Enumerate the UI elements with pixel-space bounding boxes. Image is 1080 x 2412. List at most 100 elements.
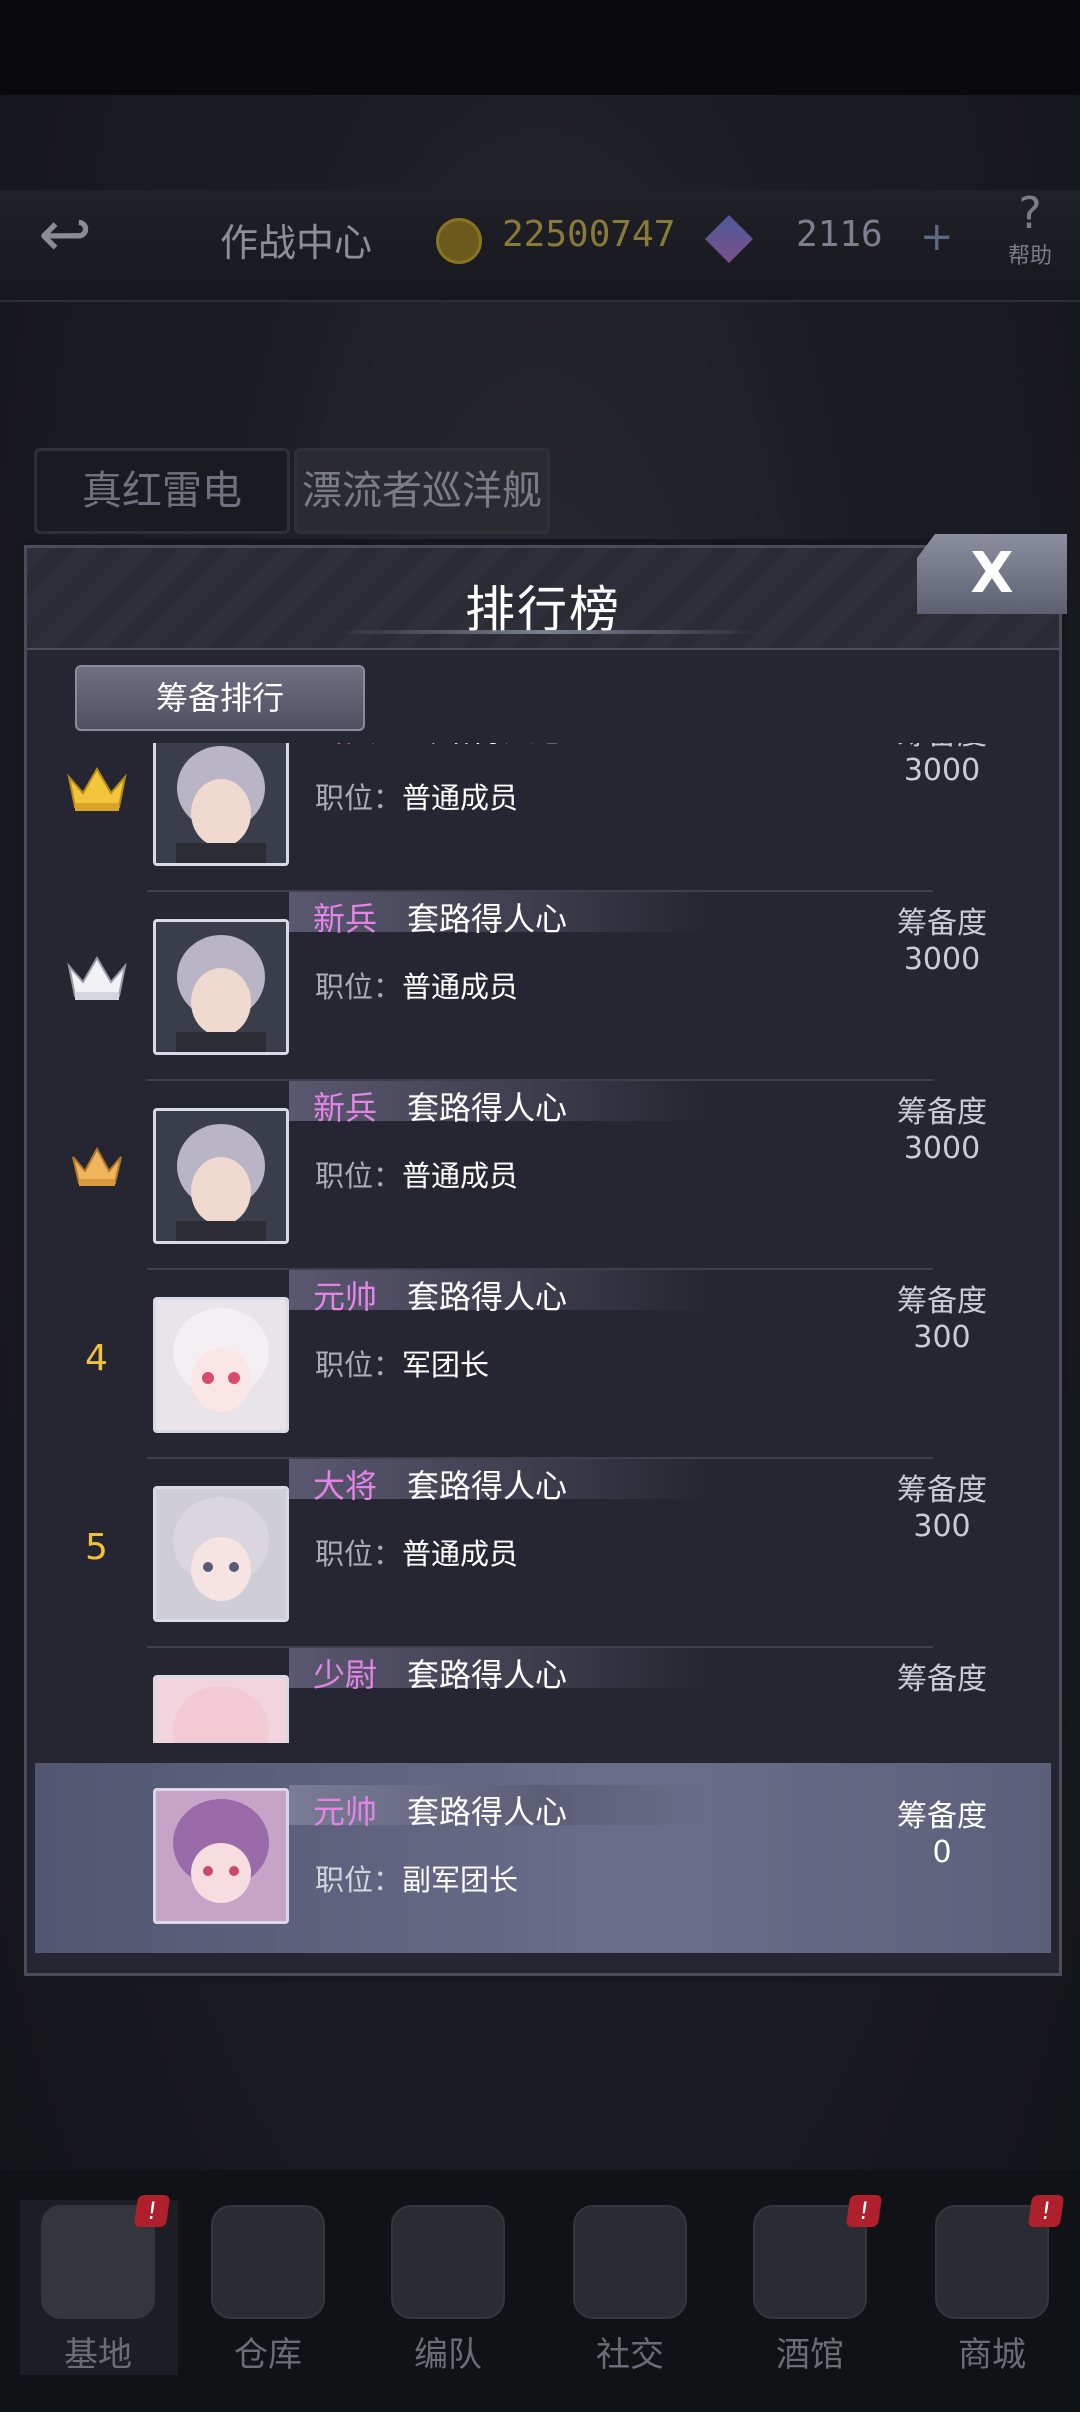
position-value: 普通成员: [402, 970, 519, 1004]
warehouse-icon: [211, 2205, 325, 2319]
question-icon: ?: [1018, 188, 1042, 239]
tab-red-thunder[interactable]: 真红雷电: [34, 448, 290, 534]
nav-formation[interactable]: 编队: [368, 2205, 528, 2376]
rank-title: 大将: [313, 1467, 378, 1505]
score-value: 300: [913, 1509, 971, 1544]
page-title: 作战中心: [220, 221, 373, 265]
player-name: 套路得人心: [407, 1089, 568, 1127]
avatar[interactable]: [153, 1486, 289, 1622]
player-name: 套路得人心: [407, 1278, 568, 1316]
help-button[interactable]: ? 帮助: [980, 190, 1080, 290]
alert-badge-icon: !: [1027, 2195, 1065, 2227]
alert-badge-icon: !: [845, 2195, 883, 2227]
position-text: 职位：副军团长: [315, 1857, 518, 1899]
list-item[interactable]: 新兵 套路得人心 职位：普通成员 筹备度 3000: [27, 1081, 1059, 1270]
position-text: 职位：普通成员: [315, 964, 518, 1006]
my-avatar[interactable]: [153, 1788, 289, 1924]
rank-title: 新兵: [313, 743, 377, 751]
nav-shop[interactable]: 商城 !: [912, 2195, 1072, 2376]
avatar[interactable]: [153, 1297, 289, 1433]
player-name: 套路得人心: [407, 1793, 568, 1831]
back-arrow-icon[interactable]: ↩: [10, 200, 120, 270]
list-item[interactable]: 新兵 套路得人心 职位：普通成员 筹备度 3000: [27, 892, 1059, 1081]
bronze-crown-icon: [72, 1146, 122, 1186]
position-label: 职位：: [315, 1537, 403, 1571]
score-label: 筹备度: [897, 1095, 987, 1130]
tab-preparation-ranking[interactable]: 筹备排行: [75, 665, 365, 731]
close-button[interactable]: X: [917, 534, 1067, 614]
position-value: 普通成员: [402, 1159, 519, 1193]
avatar[interactable]: [153, 1108, 289, 1244]
rank-number: 4: [85, 1338, 108, 1379]
tab-drifter-cruiser[interactable]: 漂流者巡洋舰: [294, 448, 550, 534]
gem-count: 2116: [796, 214, 883, 255]
nav-label: 商城: [958, 2335, 1026, 2375]
rank-title: 元帅: [313, 1793, 378, 1831]
ranking-list[interactable]: 新兵 套路得人心 职位：普通成员 筹备度 3000 新兵 套路得人心 职位：普通…: [27, 743, 1059, 1743]
score-value: 3000: [903, 942, 981, 977]
rank-title: 新兵: [313, 900, 378, 938]
nav-social[interactable]: 社交: [550, 2205, 710, 2376]
avatar[interactable]: [153, 1675, 289, 1743]
position-label: 职位：: [315, 1348, 403, 1382]
list-item[interactable]: 4 元帅 套路得人心 职位：军团长 筹备度 300: [27, 1270, 1059, 1459]
alert-badge-icon: !: [133, 2195, 171, 2227]
position-label: 职位：: [315, 970, 403, 1004]
my-ranking-row[interactable]: 元帅 套路得人心 职位：副军团长 筹备度 0: [35, 1763, 1051, 1953]
position-label: 职位：: [315, 1159, 403, 1193]
avatar[interactable]: [153, 919, 289, 1055]
score-label: 筹备度: [897, 1284, 987, 1319]
position-text: 职位：军团长: [315, 1342, 489, 1384]
score-label: 筹备度: [877, 743, 1007, 753]
score-value: 3000: [903, 753, 981, 788]
leaderboard-modal: 排行榜 X 筹备排行 新兵 套路得人心 职位：普通成员 筹备度 3000: [24, 534, 1067, 1976]
position-value: 普通成员: [402, 781, 519, 815]
position-value: 普通成员: [402, 1537, 519, 1571]
handshake-icon: [573, 2205, 687, 2319]
title-underline: [337, 630, 757, 634]
nav-label: 酒馆: [776, 2335, 844, 2375]
position-label: 职位：: [315, 1863, 403, 1897]
gold-crown-icon: [67, 767, 127, 811]
position-value: 军团长: [402, 1348, 490, 1382]
helmet-icon: [391, 2205, 505, 2319]
score-value: 0: [932, 1835, 952, 1870]
score-label: 筹备度: [897, 1799, 987, 1834]
nav-label: 仓库: [234, 2335, 302, 2375]
score-label: 筹备度: [897, 1473, 987, 1508]
player-name: 套路得人心: [407, 900, 568, 938]
score-label: 筹备度: [897, 1662, 987, 1697]
rank-title: 少尉: [313, 1656, 378, 1694]
nav-label: 编队: [414, 2335, 482, 2375]
coin-icon: [436, 218, 482, 264]
help-label: 帮助: [1007, 244, 1052, 269]
list-item[interactable]: 5 大将 套路得人心 职位：普通成员 筹备度 300: [27, 1459, 1059, 1648]
rank-title: 元帅: [313, 1278, 378, 1316]
nav-tavern[interactable]: 酒馆 !: [730, 2195, 890, 2376]
nav-label: 社交: [596, 2335, 664, 2375]
player-name: 套路得人心: [407, 1467, 568, 1505]
score-value: 3000: [903, 1131, 981, 1166]
status-bar-area: [0, 0, 1080, 95]
position-label: 职位：: [315, 781, 403, 815]
position-text: 职位：普通成员: [315, 1153, 518, 1195]
nav-warehouse[interactable]: 仓库: [188, 2205, 348, 2376]
silver-crown-icon: [67, 956, 127, 1000]
position-text: 职位：普通成员: [315, 1531, 518, 1573]
modal-header: 排行榜: [27, 548, 1059, 650]
position-value: 副军团长: [402, 1863, 519, 1897]
coin-count: 22500747: [502, 214, 676, 255]
player-name: 套路得人心: [407, 1656, 568, 1694]
rank-title: 新兵: [313, 1089, 378, 1127]
list-item[interactable]: 新兵 套路得人心 职位：普通成员 筹备度 3000: [27, 743, 1059, 892]
player-name: 套路得人心: [407, 743, 567, 751]
position-text: 职位：普通成员: [315, 775, 518, 817]
score-value: 300: [913, 1320, 971, 1355]
rank-number: 5: [85, 1527, 108, 1568]
score-label: 筹备度: [897, 906, 987, 941]
avatar[interactable]: [153, 743, 289, 866]
nav-base[interactable]: 基地 !: [18, 2195, 178, 2376]
nav-label: 基地: [64, 2335, 132, 2375]
list-item[interactable]: 少尉 套路得人心 筹备度: [27, 1648, 1059, 1743]
add-gems-button[interactable]: +: [920, 214, 954, 260]
